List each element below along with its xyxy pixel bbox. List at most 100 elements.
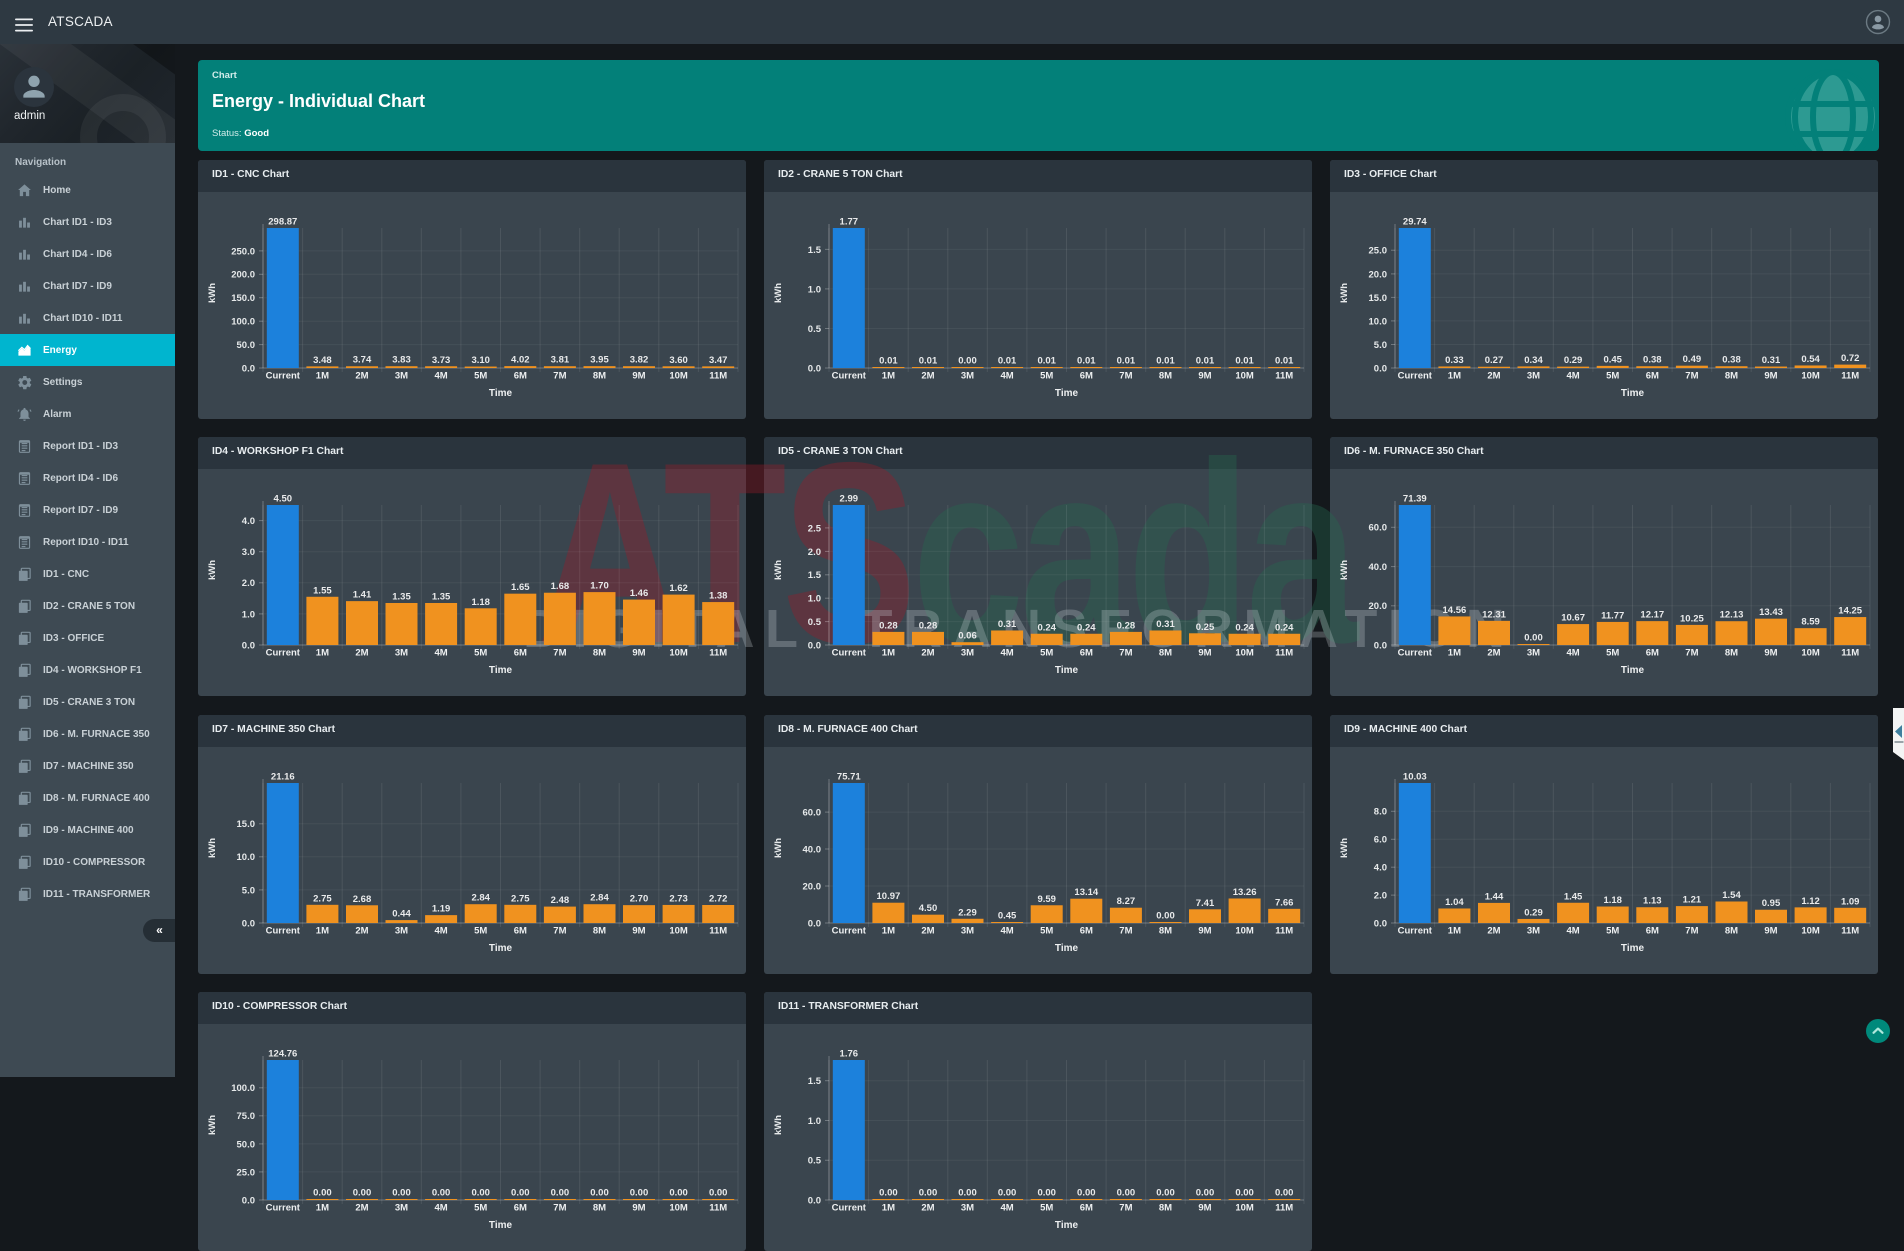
- svg-text:kWh: kWh: [1339, 560, 1350, 580]
- svg-text:1.46: 1.46: [630, 588, 649, 599]
- svg-text:0.00: 0.00: [1037, 1188, 1056, 1199]
- svg-text:0.45: 0.45: [998, 911, 1017, 922]
- svg-text:Time: Time: [489, 943, 513, 954]
- svg-text:2M: 2M: [1487, 648, 1500, 659]
- svg-text:1.38: 1.38: [709, 591, 728, 602]
- svg-text:4M: 4M: [434, 1203, 447, 1214]
- svg-text:5M: 5M: [1606, 371, 1619, 382]
- svg-text:4M: 4M: [434, 648, 447, 659]
- svg-text:3.83: 3.83: [392, 355, 411, 366]
- svg-text:2.0: 2.0: [242, 578, 255, 589]
- svg-text:1.18: 1.18: [471, 597, 490, 608]
- svg-text:2M: 2M: [921, 926, 934, 937]
- svg-text:5M: 5M: [1040, 648, 1053, 659]
- svg-text:2M: 2M: [921, 371, 934, 382]
- svg-text:0.31: 0.31: [998, 619, 1017, 630]
- svg-text:10.0: 10.0: [237, 852, 256, 863]
- svg-text:0.00: 0.00: [630, 1188, 649, 1199]
- svg-text:0.00: 0.00: [590, 1188, 609, 1199]
- svg-text:0.00: 0.00: [1077, 1188, 1096, 1199]
- svg-text:Current: Current: [1398, 371, 1433, 382]
- svg-text:Time: Time: [1621, 665, 1645, 676]
- svg-text:0.0: 0.0: [242, 918, 255, 929]
- svg-text:4M: 4M: [1566, 648, 1579, 659]
- svg-text:0.95: 0.95: [1762, 898, 1781, 909]
- svg-text:2.5: 2.5: [808, 523, 822, 534]
- svg-text:2.0: 2.0: [1374, 891, 1387, 902]
- svg-text:2.99: 2.99: [840, 494, 859, 505]
- svg-text:8.0: 8.0: [1374, 807, 1387, 818]
- svg-text:3.0: 3.0: [242, 547, 255, 558]
- svg-text:8M: 8M: [1159, 371, 1172, 382]
- svg-text:7M: 7M: [1685, 648, 1698, 659]
- svg-text:Current: Current: [266, 926, 301, 937]
- svg-text:75.71: 75.71: [837, 772, 861, 783]
- svg-text:kWh: kWh: [207, 1115, 218, 1135]
- svg-text:0.00: 0.00: [471, 1188, 490, 1199]
- svg-text:5M: 5M: [474, 371, 487, 382]
- svg-text:2M: 2M: [1487, 926, 1500, 937]
- svg-text:250.0: 250.0: [231, 246, 255, 257]
- svg-text:7M: 7M: [553, 648, 566, 659]
- svg-text:6M: 6M: [1646, 926, 1659, 937]
- svg-text:0.0: 0.0: [808, 363, 821, 374]
- svg-text:9M: 9M: [1764, 926, 1777, 937]
- svg-text:100.0: 100.0: [231, 1083, 255, 1094]
- svg-text:25.0: 25.0: [237, 1167, 256, 1178]
- svg-text:9M: 9M: [632, 1203, 645, 1214]
- svg-text:0.0: 0.0: [1374, 363, 1387, 374]
- svg-text:10M: 10M: [669, 648, 688, 659]
- svg-text:5M: 5M: [474, 648, 487, 659]
- svg-text:6M: 6M: [1080, 1203, 1093, 1214]
- svg-text:8M: 8M: [1159, 1203, 1172, 1214]
- svg-text:3.10: 3.10: [471, 355, 490, 366]
- svg-text:11M: 11M: [709, 926, 727, 937]
- svg-text:8.59: 8.59: [1801, 617, 1820, 628]
- svg-text:0.0: 0.0: [808, 918, 821, 929]
- svg-text:4M: 4M: [1000, 1203, 1013, 1214]
- svg-text:9.59: 9.59: [1037, 894, 1056, 905]
- svg-text:Current: Current: [266, 648, 301, 659]
- svg-text:3M: 3M: [1527, 926, 1540, 937]
- svg-text:0.5: 0.5: [808, 1156, 822, 1167]
- svg-text:1.76: 1.76: [840, 1049, 859, 1060]
- svg-text:1.77: 1.77: [840, 217, 859, 228]
- svg-text:3M: 3M: [1527, 371, 1540, 382]
- svg-text:5M: 5M: [1040, 1203, 1053, 1214]
- svg-text:8M: 8M: [593, 371, 606, 382]
- svg-text:0.24: 0.24: [1275, 622, 1294, 633]
- svg-text:11M: 11M: [1841, 926, 1859, 937]
- svg-text:kWh: kWh: [1339, 838, 1350, 858]
- svg-text:Time: Time: [489, 1220, 513, 1231]
- svg-text:1.21: 1.21: [1683, 895, 1702, 906]
- svg-text:3.81: 3.81: [551, 355, 570, 366]
- svg-text:0.5: 0.5: [808, 617, 822, 628]
- svg-text:0.54: 0.54: [1801, 354, 1820, 365]
- svg-text:5.0: 5.0: [242, 885, 255, 896]
- svg-text:3M: 3M: [961, 648, 974, 659]
- svg-text:5M: 5M: [474, 1203, 487, 1214]
- svg-text:20.0: 20.0: [1369, 601, 1388, 612]
- svg-text:2M: 2M: [355, 648, 368, 659]
- svg-text:9M: 9M: [1764, 648, 1777, 659]
- svg-text:9M: 9M: [1198, 1203, 1211, 1214]
- svg-text:7M: 7M: [553, 371, 566, 382]
- svg-text:100.0: 100.0: [231, 317, 255, 328]
- svg-text:3M: 3M: [1527, 648, 1540, 659]
- svg-text:1.0: 1.0: [808, 284, 821, 295]
- svg-text:0.01: 0.01: [1235, 356, 1254, 367]
- svg-text:kWh: kWh: [773, 283, 784, 303]
- svg-text:3M: 3M: [395, 926, 408, 937]
- svg-text:4M: 4M: [434, 371, 447, 382]
- svg-text:0.5: 0.5: [808, 324, 822, 335]
- svg-text:0.29: 0.29: [1564, 355, 1583, 366]
- svg-text:0.24: 0.24: [1037, 622, 1056, 633]
- svg-text:2M: 2M: [921, 648, 934, 659]
- svg-text:1M: 1M: [316, 371, 329, 382]
- svg-text:6M: 6M: [1646, 648, 1659, 659]
- svg-text:2.84: 2.84: [471, 893, 490, 904]
- svg-text:0.0: 0.0: [1374, 918, 1387, 929]
- svg-text:60.0: 60.0: [1369, 523, 1388, 534]
- svg-text:6M: 6M: [514, 926, 527, 937]
- svg-text:298.87: 298.87: [268, 217, 297, 228]
